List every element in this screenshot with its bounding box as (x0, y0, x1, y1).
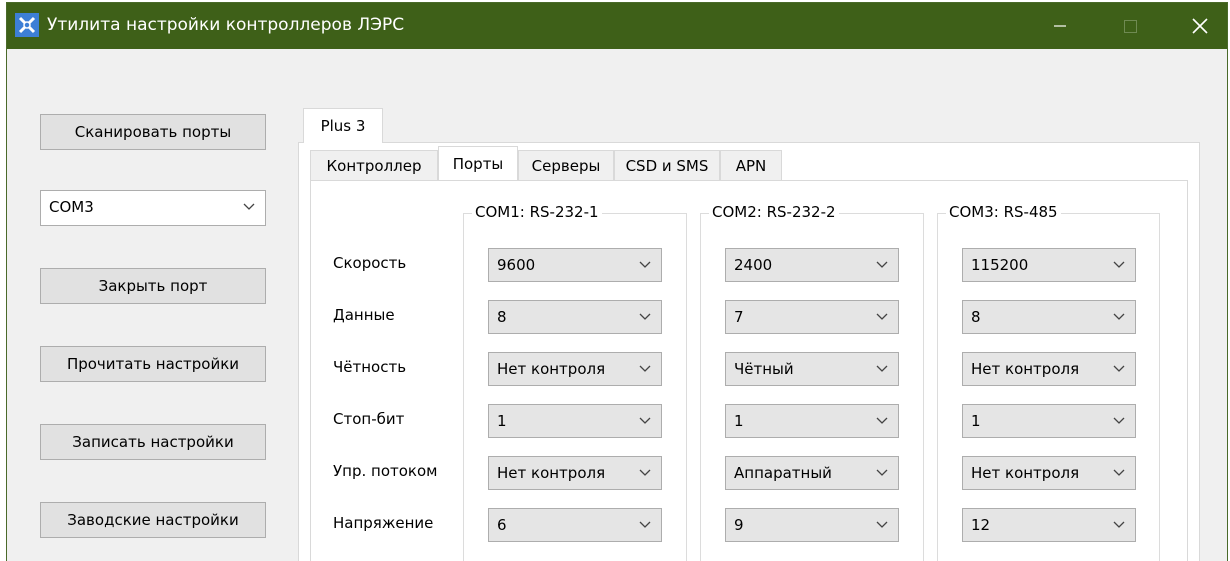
com2-stopbits-select[interactable]: 1 (725, 404, 899, 438)
close-icon (1192, 18, 1208, 34)
com2-parity-select[interactable]: Чётный (725, 352, 899, 386)
com2-stopbits-value: 1 (734, 412, 744, 430)
chevron-down-icon (243, 203, 255, 210)
com2-data-value: 7 (734, 308, 744, 326)
chevron-down-icon (876, 469, 888, 476)
chevron-down-icon (639, 417, 651, 424)
close-port-button[interactable]: Закрыть порт (40, 268, 266, 304)
window-title: Утилита настройки контроллеров ЛЭРС (47, 15, 405, 35)
chevron-down-icon (1113, 469, 1125, 476)
tab-plus3[interactable]: Plus 3 (303, 108, 383, 143)
com3-speed-value: 115200 (971, 256, 1029, 274)
chevron-down-icon (876, 521, 888, 528)
close-window-button[interactable] (1177, 3, 1223, 49)
com3-data-value: 8 (971, 308, 981, 326)
read-settings-button[interactable]: Прочитать настройки (40, 346, 266, 382)
chevron-down-icon (876, 313, 888, 320)
scan-ports-label: Сканировать порты (74, 123, 232, 141)
com3-stopbits-value: 1 (971, 412, 981, 430)
close-port-label: Закрыть порт (98, 277, 208, 295)
com1-parity-value: Нет контроля (497, 360, 606, 378)
com1-stopbits-select[interactable]: 1 (488, 404, 662, 438)
factory-settings-label: Заводские настройки (67, 511, 239, 529)
com3-speed-select[interactable]: 115200 (962, 248, 1136, 282)
group-com1-title: COM1: RS-232-1 (472, 203, 602, 221)
com3-stopbits-select[interactable]: 1 (962, 404, 1136, 438)
port-select[interactable]: COM3 (40, 190, 266, 226)
com1-voltage-select[interactable]: 6 (488, 508, 662, 542)
group-com2-title: COM2: RS-232-2 (709, 203, 839, 221)
tab-controller-label: Контроллер (326, 156, 422, 175)
group-com3-title: COM3: RS-485 (946, 203, 1061, 221)
com1-parity-select[interactable]: Нет контроля (488, 352, 662, 386)
com3-parity-select[interactable]: Нет контроля (962, 352, 1136, 386)
scan-ports-button[interactable]: Сканировать порты (40, 114, 266, 150)
com3-flow-select[interactable]: Нет контроля (962, 456, 1136, 490)
label-data-bits: Данные (333, 306, 395, 324)
com2-speed-value: 2400 (734, 256, 773, 274)
com3-flow-value: Нет контроля (971, 464, 1080, 482)
port-select-value: COM3 (49, 198, 94, 216)
tab-servers[interactable]: Серверы (518, 150, 614, 180)
com3-voltage-value: 12 (971, 516, 991, 534)
minimize-icon (1054, 25, 1066, 27)
title-bar[interactable]: Утилита настройки контроллеров ЛЭРС (7, 3, 1227, 49)
com2-flow-select[interactable]: Аппаратный (725, 456, 899, 490)
chevron-down-icon (639, 313, 651, 320)
com3-data-select[interactable]: 8 (962, 300, 1136, 334)
maximize-button[interactable] (1107, 3, 1153, 49)
chevron-down-icon (876, 365, 888, 372)
tab-controller[interactable]: Контроллер (310, 150, 438, 180)
tab-plus3-label: Plus 3 (320, 117, 366, 135)
com2-flow-value: Аппаратный (734, 464, 832, 482)
tab-csd-sms-label: CSD и SMS (625, 156, 709, 175)
com1-flow-value: Нет контроля (497, 464, 606, 482)
tab-servers-label: Серверы (531, 156, 601, 175)
com2-data-select[interactable]: 7 (725, 300, 899, 334)
write-settings-button[interactable]: Записать настройки (40, 424, 266, 460)
tab-ports[interactable]: Порты (438, 146, 518, 180)
chevron-down-icon (1113, 313, 1125, 320)
chevron-down-icon (639, 521, 651, 528)
app-icon (15, 13, 39, 37)
maximize-icon (1123, 19, 1137, 33)
com1-data-value: 8 (497, 308, 507, 326)
tab-ports-label: Порты (452, 154, 504, 173)
com2-speed-select[interactable]: 2400 (725, 248, 899, 282)
chevron-down-icon (1113, 365, 1125, 372)
chevron-down-icon (1113, 261, 1125, 268)
com3-voltage-select[interactable]: 12 (962, 508, 1136, 542)
label-stop-bits: Стоп-бит (333, 410, 405, 428)
com1-data-select[interactable]: 8 (488, 300, 662, 334)
com1-stopbits-value: 1 (497, 412, 507, 430)
factory-settings-button[interactable]: Заводские настройки (40, 502, 266, 538)
chevron-down-icon (1113, 417, 1125, 424)
com2-voltage-value: 9 (734, 516, 744, 534)
chevron-down-icon (876, 261, 888, 268)
label-flow-control: Упр. потоком (333, 462, 438, 480)
tab-apn-label: APN (735, 156, 767, 175)
chevron-down-icon (876, 417, 888, 424)
com3-parity-value: Нет контроля (971, 360, 1080, 378)
com1-voltage-value: 6 (497, 516, 507, 534)
com2-voltage-select[interactable]: 9 (725, 508, 899, 542)
chevron-down-icon (639, 469, 651, 476)
chevron-down-icon (639, 365, 651, 372)
tab-apn[interactable]: APN (720, 150, 782, 180)
read-settings-label: Прочитать настройки (66, 355, 240, 373)
com2-parity-value: Чётный (734, 360, 794, 378)
tab-csd-sms[interactable]: CSD и SMS (614, 150, 720, 180)
com1-speed-value: 9600 (497, 256, 536, 274)
chevron-down-icon (639, 261, 651, 268)
label-parity: Чётность (333, 358, 407, 376)
label-speed: Скорость (333, 254, 407, 272)
label-voltage: Напряжение (333, 514, 434, 532)
write-settings-label: Записать настройки (72, 433, 234, 451)
chevron-down-icon (1113, 521, 1125, 528)
com1-speed-select[interactable]: 9600 (488, 248, 662, 282)
minimize-button[interactable] (1037, 3, 1083, 49)
com1-flow-select[interactable]: Нет контроля (488, 456, 662, 490)
